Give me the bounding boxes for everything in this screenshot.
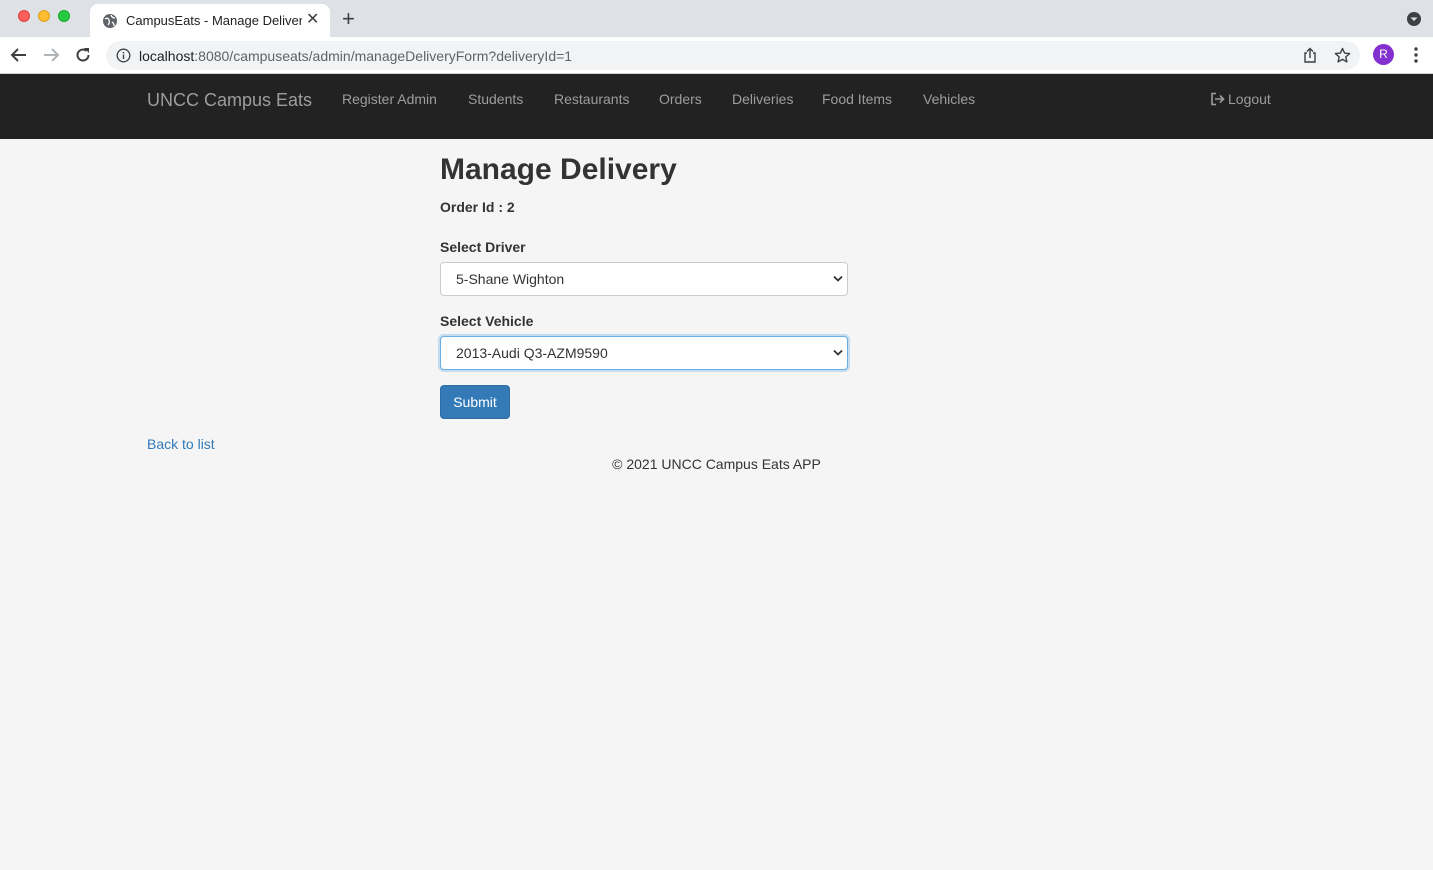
tab-search-icon[interactable] [1406,11,1422,27]
share-icon[interactable] [1302,47,1318,64]
nav-link-orders[interactable]: Orders [659,91,702,107]
footer-copyright: © 2021 UNCC Campus Eats APP [612,456,821,472]
address-bar[interactable]: localhost:8080/campuseats/admin/manageDe… [106,41,1360,70]
close-tab-icon[interactable]: ✕ [306,11,319,29]
logout-label: Logout [1228,91,1271,107]
back-arrow-icon[interactable] [10,46,28,64]
submit-button[interactable]: Submit [440,385,510,419]
vehicle-select[interactable]: 2013-Audi Q3-AZM9590 [440,336,848,370]
driver-select-value: 5-Shane Wighton [456,271,565,287]
globe-icon [103,14,117,28]
logout-icon [1211,92,1225,106]
forward-arrow-icon[interactable] [42,46,60,64]
nav-link-students[interactable]: Students [468,91,523,107]
nav-link-register-admin[interactable]: Register Admin [342,91,437,107]
profile-avatar[interactable]: R [1373,44,1394,65]
tab-title: CampusEats - Manage Delivery [126,13,302,28]
order-id-label: Order Id : 2 [440,199,515,215]
window-minimize-button[interactable] [38,10,50,22]
driver-select[interactable]: 5-Shane Wighton [440,262,848,296]
chevron-down-icon [833,349,843,356]
app-navbar: UNCC Campus Eats Register Admin Students… [0,74,1433,139]
chevron-down-icon [833,275,843,282]
url-host: localhost [139,48,195,64]
window-close-button[interactable] [18,10,30,22]
nav-link-restaurants[interactable]: Restaurants [554,91,629,107]
back-to-list-link[interactable]: Back to list [147,436,215,452]
nav-link-deliveries[interactable]: Deliveries [732,91,793,107]
page-title: Manage Delivery [440,153,677,186]
nav-link-vehicles[interactable]: Vehicles [923,91,975,107]
vehicle-label: Select Vehicle [440,313,534,329]
nav-link-food-items[interactable]: Food Items [822,91,892,107]
url-path: :8080/campuseats/admin/manageDeliveryFor… [194,48,573,64]
browser-tab-strip: CampusEats - Manage Delivery ✕ + [0,0,1433,37]
bookmark-star-icon[interactable] [1334,47,1351,64]
url-text: localhost:8080/campuseats/admin/manageDe… [139,48,572,64]
site-info-icon[interactable] [116,48,131,63]
browser-toolbar: localhost:8080/campuseats/admin/manageDe… [0,37,1433,74]
new-tab-icon[interactable]: + [342,7,355,31]
window-maximize-button[interactable] [58,10,70,22]
logout-link[interactable]: Logout [1210,91,1271,107]
browser-tab[interactable]: CampusEats - Manage Delivery ✕ [90,4,330,37]
vehicle-select-value: 2013-Audi Q3-AZM9590 [456,345,608,361]
more-menu-icon[interactable] [1408,46,1424,64]
driver-label: Select Driver [440,239,526,255]
brand-link[interactable]: UNCC Campus Eats [147,90,312,111]
reload-icon[interactable] [74,46,92,64]
